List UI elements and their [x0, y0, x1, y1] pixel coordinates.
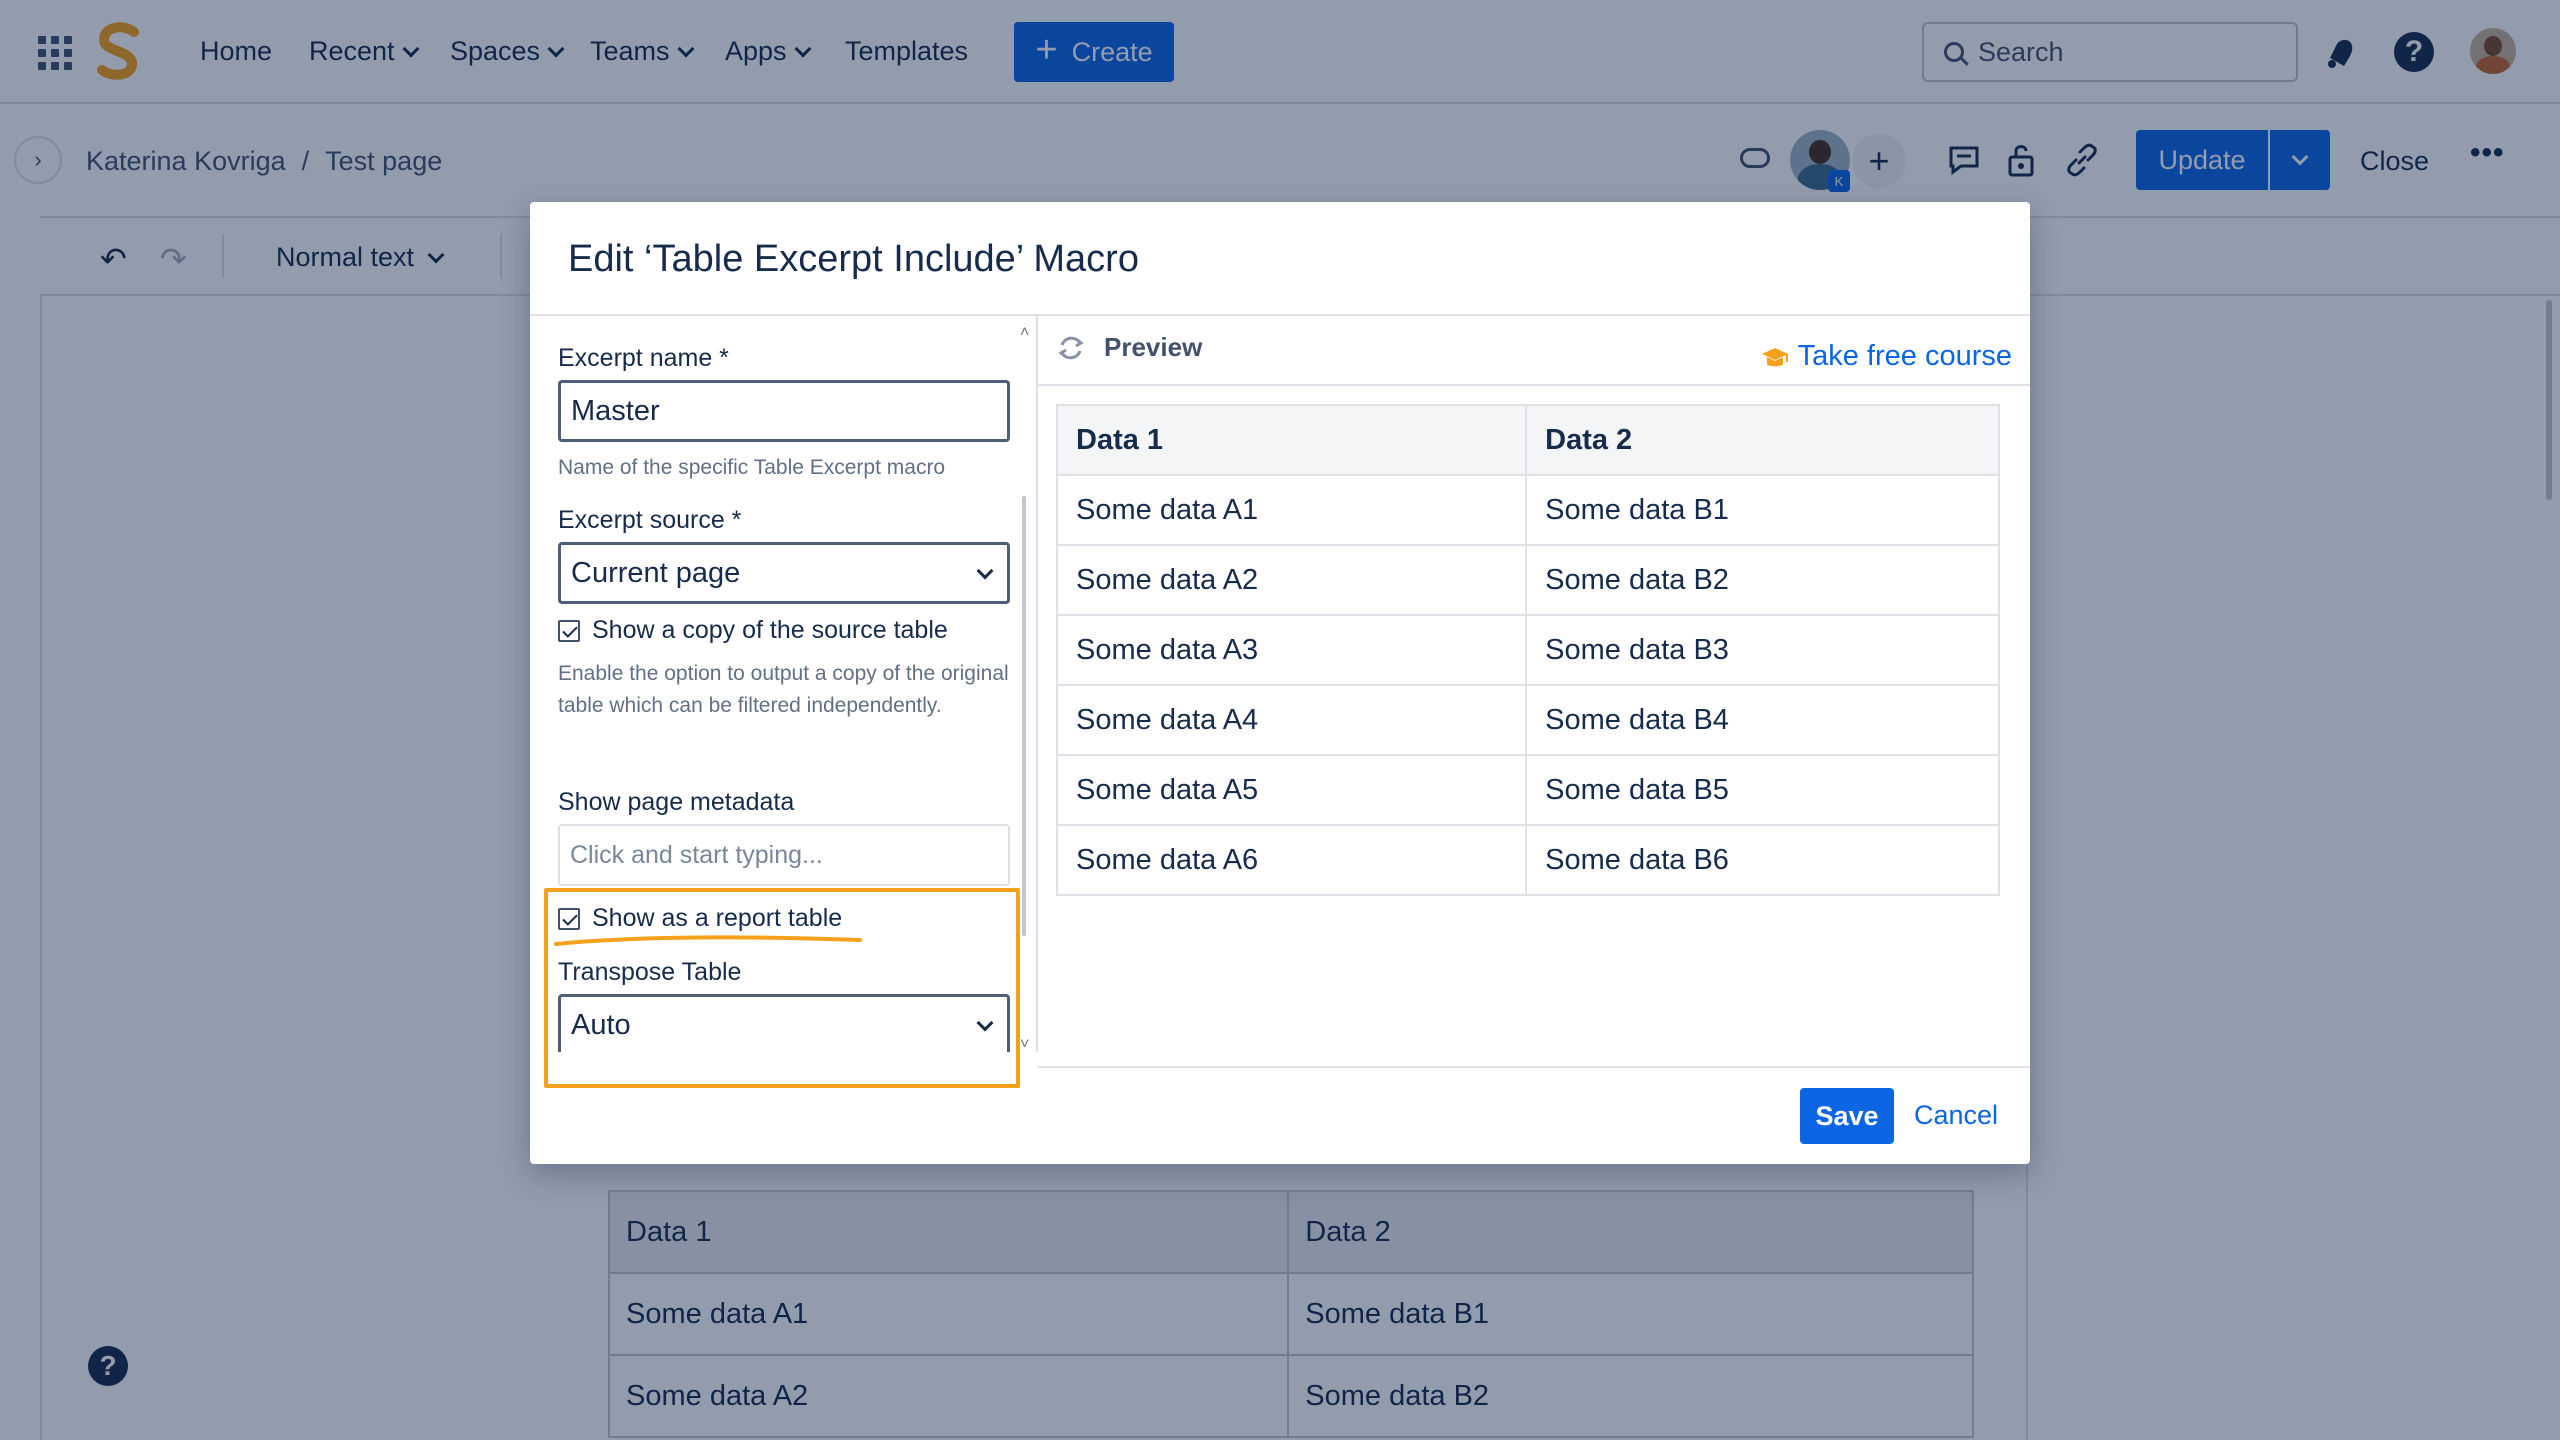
panel-divider — [1036, 316, 1038, 1052]
table-row: Some data A3 Some data B3 — [1055, 614, 2000, 686]
table-row: Some data A6 Some data B6 — [1055, 824, 2000, 896]
divider — [1038, 1066, 2030, 1068]
table-cell: Some data B1 — [1525, 474, 2000, 546]
excerpt-name-input[interactable]: Master — [558, 380, 1010, 442]
page-metadata-label: Show page metadata — [558, 788, 795, 816]
cancel-button[interactable]: Cancel — [1914, 1100, 1998, 1131]
excerpt-source-select[interactable]: Current page — [558, 542, 1010, 604]
table-row: Some data A2 Some data B2 — [1055, 544, 2000, 616]
page-metadata-placeholder: Click and start typing... — [570, 840, 823, 869]
annotation-underline — [554, 935, 862, 946]
table-cell: Some data A3 — [1055, 614, 1528, 686]
table-cell: Some data A6 — [1055, 824, 1528, 896]
table-header-row: Data 1 Data 2 — [1055, 404, 2000, 476]
table-cell: Some data B3 — [1525, 614, 2000, 686]
preview-title: Preview — [1104, 332, 1203, 362]
table-cell: Some data B6 — [1525, 824, 2000, 896]
table-cell: Some data A4 — [1055, 684, 1528, 756]
show-copy-label: Show a copy of the source table — [592, 616, 948, 644]
annotation-highlight-box — [544, 888, 1020, 1088]
excerpt-name-value: Master — [571, 394, 660, 427]
table-cell: Some data A1 — [1055, 474, 1528, 546]
table-row: Some data A4 Some data B4 — [1055, 684, 2000, 756]
course-link-label: Take free course — [1797, 340, 2012, 372]
take-free-course-link[interactable]: Take free course — [1760, 340, 2012, 373]
table-cell: Some data B5 — [1525, 754, 2000, 826]
refresh-icon[interactable] — [1056, 333, 1086, 363]
graduation-cap-icon — [1761, 347, 1788, 366]
excerpt-name-help: Name of the specific Table Excerpt macro — [558, 456, 946, 479]
chevron-down-icon — [976, 562, 994, 580]
table-row: Some data A1 Some data B1 — [1055, 474, 2000, 546]
table-header-cell: Data 2 — [1525, 404, 2000, 476]
preview-header: Preview — [1056, 332, 1202, 363]
show-copy-option: Show a copy of the source table — [558, 616, 948, 645]
macro-dialog: Edit ‘Table Excerpt Include’ Macro ˄ Exc… — [530, 202, 2030, 1164]
scroll-down-icon[interactable]: ˅ — [1020, 1036, 1029, 1052]
show-copy-checkbox[interactable] — [558, 619, 580, 642]
save-button[interactable]: Save — [1800, 1088, 1894, 1144]
table-cell: Some data B2 — [1525, 544, 2000, 616]
excerpt-source-value: Current page — [571, 556, 741, 589]
excerpt-name-label: Excerpt name * — [558, 344, 729, 372]
table-cell: Some data B4 — [1525, 684, 2000, 756]
table-cell: Some data A2 — [1055, 544, 1528, 616]
page-metadata-input[interactable]: Click and start typing... — [558, 824, 1010, 886]
panel-scrollbar[interactable] — [1022, 496, 1026, 936]
table-row: Some data A5 Some data B5 — [1055, 754, 2000, 826]
table-cell: Some data A5 — [1055, 754, 1528, 826]
dialog-title: Edit ‘Table Excerpt Include’ Macro — [568, 238, 1139, 280]
divider — [1038, 384, 2030, 386]
excerpt-source-label: Excerpt source * — [558, 506, 742, 534]
preview-table: Data 1 Data 2 Some data A1 Some data B1 … — [1055, 404, 2000, 896]
table-header-cell: Data 1 — [1055, 404, 1528, 476]
scroll-up-icon[interactable]: ˄ — [1020, 324, 1029, 342]
show-copy-help: Enable the option to output a copy of th… — [558, 662, 1009, 717]
